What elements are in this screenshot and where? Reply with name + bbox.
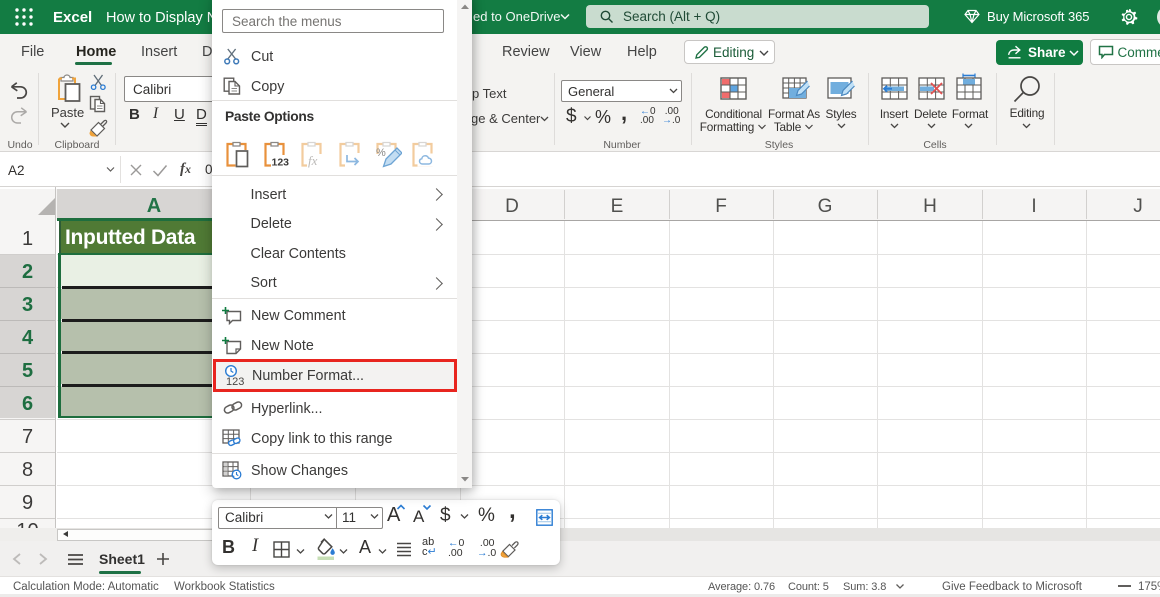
svg-text:123: 123: [272, 157, 290, 169]
svg-text:%: %: [376, 147, 386, 159]
svg-text:fx: fx: [308, 153, 318, 168]
